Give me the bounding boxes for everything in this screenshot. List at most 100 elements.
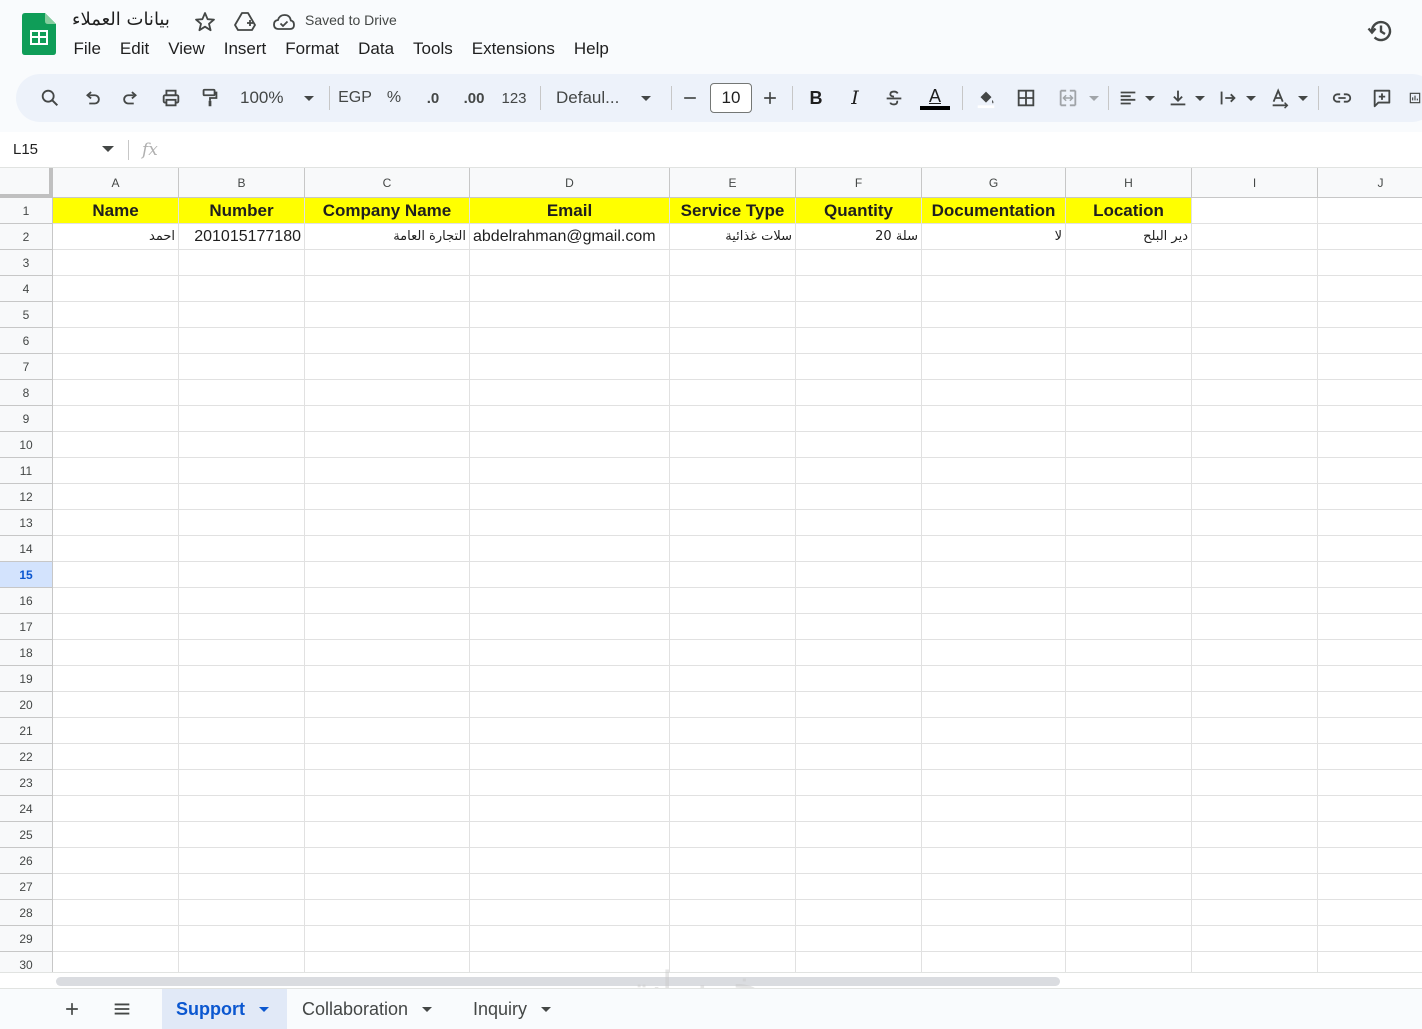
horizontal-scrollbar-thumb[interactable]	[56, 977, 1060, 986]
row-header-28[interactable]: 28	[0, 900, 53, 926]
cell-a21[interactable]	[53, 718, 179, 744]
cell-d17[interactable]	[470, 614, 670, 640]
add-sheet-button[interactable]	[60, 997, 84, 1021]
borders-button[interactable]	[1014, 86, 1038, 110]
cell-d14[interactable]	[470, 536, 670, 562]
cell-h2[interactable]: دير البلح	[1066, 224, 1192, 250]
cell-d6[interactable]	[470, 328, 670, 354]
horizontal-align-dropdown[interactable]	[1144, 86, 1156, 110]
cell-f29[interactable]	[796, 926, 922, 952]
cell-a24[interactable]	[53, 796, 179, 822]
cell-j29[interactable]	[1318, 926, 1422, 952]
cell-a7[interactable]	[53, 354, 179, 380]
cell-i7[interactable]	[1192, 354, 1318, 380]
cell-i16[interactable]	[1192, 588, 1318, 614]
cell-j4[interactable]	[1318, 276, 1422, 302]
text-wrapping-button[interactable]	[1216, 86, 1240, 110]
cell-g19[interactable]	[922, 666, 1066, 692]
row-header-24[interactable]: 24	[0, 796, 53, 822]
cell-d28[interactable]	[470, 900, 670, 926]
cell-b24[interactable]	[179, 796, 305, 822]
cell-a1[interactable]: Name	[53, 198, 179, 224]
cell-f27[interactable]	[796, 874, 922, 900]
cell-d1[interactable]: Email	[470, 198, 670, 224]
cell-j24[interactable]	[1318, 796, 1422, 822]
menu-file[interactable]: File	[64, 38, 110, 62]
cell-d19[interactable]	[470, 666, 670, 692]
cell-i17[interactable]	[1192, 614, 1318, 640]
cell-j25[interactable]	[1318, 822, 1422, 848]
cell-c28[interactable]	[305, 900, 470, 926]
cell-d26[interactable]	[470, 848, 670, 874]
cell-j17[interactable]	[1318, 614, 1422, 640]
cell-d8[interactable]	[470, 380, 670, 406]
fill-color-button[interactable]	[972, 86, 1000, 110]
cell-h19[interactable]	[1066, 666, 1192, 692]
cell-f2[interactable]: 20 سلة	[796, 224, 922, 250]
cell-c26[interactable]	[305, 848, 470, 874]
cell-j20[interactable]	[1318, 692, 1422, 718]
format-percent-button[interactable]: %	[384, 86, 404, 110]
cell-e17[interactable]	[670, 614, 796, 640]
italic-button[interactable]: I	[844, 86, 866, 110]
cell-f30[interactable]	[796, 952, 922, 972]
star-icon[interactable]	[193, 10, 217, 34]
cell-a14[interactable]	[53, 536, 179, 562]
cell-h29[interactable]	[1066, 926, 1192, 952]
cell-b6[interactable]	[179, 328, 305, 354]
cell-e21[interactable]	[670, 718, 796, 744]
menu-help[interactable]: Help	[564, 38, 618, 62]
insert-link-button[interactable]	[1330, 86, 1354, 110]
cell-j11[interactable]	[1318, 458, 1422, 484]
cell-a29[interactable]	[53, 926, 179, 952]
cell-j14[interactable]	[1318, 536, 1422, 562]
cell-i29[interactable]	[1192, 926, 1318, 952]
cell-c19[interactable]	[305, 666, 470, 692]
vertical-align-dropdown[interactable]	[1194, 86, 1206, 110]
cell-f6[interactable]	[796, 328, 922, 354]
cell-d23[interactable]	[470, 770, 670, 796]
menu-data[interactable]: Data	[349, 38, 404, 62]
all-sheets-button[interactable]	[110, 997, 134, 1021]
cell-b16[interactable]	[179, 588, 305, 614]
cell-h1[interactable]: Location	[1066, 198, 1192, 224]
cell-c27[interactable]	[305, 874, 470, 900]
cell-g3[interactable]	[922, 250, 1066, 276]
cell-f23[interactable]	[796, 770, 922, 796]
cell-i2[interactable]	[1192, 224, 1318, 250]
cell-g5[interactable]	[922, 302, 1066, 328]
chevron-down-icon[interactable]	[541, 1006, 552, 1012]
name-box-dropdown-icon[interactable]	[102, 146, 114, 152]
cell-h28[interactable]	[1066, 900, 1192, 926]
cell-f22[interactable]	[796, 744, 922, 770]
cell-i20[interactable]	[1192, 692, 1318, 718]
cell-c16[interactable]	[305, 588, 470, 614]
cell-i3[interactable]	[1192, 250, 1318, 276]
cell-g4[interactable]	[922, 276, 1066, 302]
cell-j5[interactable]	[1318, 302, 1422, 328]
zoom-select[interactable]: 100%	[240, 86, 290, 110]
cell-a28[interactable]	[53, 900, 179, 926]
cell-b20[interactable]	[179, 692, 305, 718]
cell-h12[interactable]	[1066, 484, 1192, 510]
cell-j13[interactable]	[1318, 510, 1422, 536]
cell-c21[interactable]	[305, 718, 470, 744]
cell-h24[interactable]	[1066, 796, 1192, 822]
cell-i8[interactable]	[1192, 380, 1318, 406]
cell-g16[interactable]	[922, 588, 1066, 614]
cell-i13[interactable]	[1192, 510, 1318, 536]
cell-h18[interactable]	[1066, 640, 1192, 666]
cell-e15[interactable]	[670, 562, 796, 588]
cell-i6[interactable]	[1192, 328, 1318, 354]
row-header-16[interactable]: 16	[0, 588, 53, 614]
cell-e7[interactable]	[670, 354, 796, 380]
cell-h14[interactable]	[1066, 536, 1192, 562]
cell-a4[interactable]	[53, 276, 179, 302]
row-header-27[interactable]: 27	[0, 874, 53, 900]
cell-j9[interactable]	[1318, 406, 1422, 432]
cell-c29[interactable]	[305, 926, 470, 952]
cell-a23[interactable]	[53, 770, 179, 796]
cell-i22[interactable]	[1192, 744, 1318, 770]
cell-f5[interactable]	[796, 302, 922, 328]
cell-f11[interactable]	[796, 458, 922, 484]
